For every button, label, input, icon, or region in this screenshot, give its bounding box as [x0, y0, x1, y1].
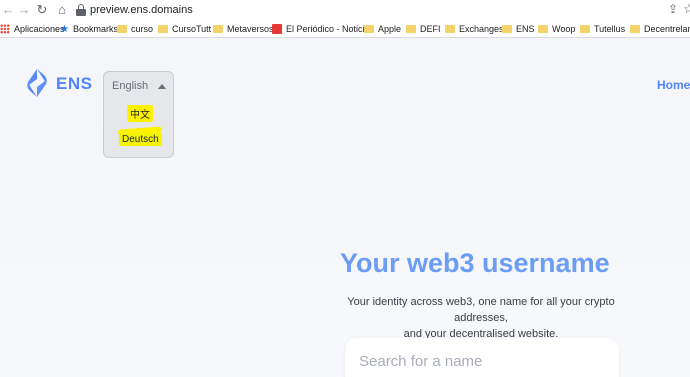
bookmark-star-icon[interactable]: ☆ — [683, 1, 690, 17]
search-box — [345, 338, 619, 377]
bookmark-curso[interactable]: curso — [117, 23, 153, 35]
folder-icon — [630, 25, 640, 33]
bookmark-tutellus[interactable]: Tutellus — [580, 23, 625, 35]
hero-subtitle: Your identity across web3, one name for … — [347, 296, 615, 340]
folder-icon — [213, 25, 223, 33]
ens-page: ENS English 中文 Deutsch Home Your web3 us… — [0, 38, 690, 377]
language-option-deutsch[interactable]: Deutsch — [119, 133, 162, 146]
language-current[interactable]: English — [112, 80, 148, 92]
bookmark-exchanges[interactable]: Exchanges — [445, 23, 504, 35]
bookmark-periodico[interactable]: El Periódico - Notici... — [272, 23, 372, 35]
browser-address-bar: ← → ↻ ⌂ preview.ens.domains ⇪ ☆ — [0, 0, 690, 20]
star-icon: ★ — [60, 24, 69, 35]
share-icon[interactable]: ⇪ — [668, 2, 678, 16]
back-arrow-icon[interactable]: ← — [0, 2, 16, 18]
bookmark-metaversos[interactable]: Metaversos — [213, 23, 274, 35]
nav-home-link[interactable]: Home — [657, 78, 690, 92]
bookmark-decentreland[interactable]: Decentreland — [630, 23, 690, 35]
bookmark-aplicaciones[interactable]: Aplicaciones — [0, 23, 65, 35]
folder-icon — [158, 25, 168, 33]
bookmarks-bar: Aplicaciones ★ Bookmarks curso CursoTutt … — [0, 20, 690, 38]
language-dropdown[interactable]: English 中文 Deutsch — [103, 71, 174, 158]
folder-icon — [580, 25, 590, 33]
periodico-icon — [272, 24, 282, 34]
apps-grid-icon — [0, 24, 10, 34]
bookmark-cursotutt[interactable]: CursoTutt — [158, 23, 211, 35]
bookmark-defi[interactable]: DEFI — [406, 23, 441, 35]
forward-arrow-icon[interactable]: → — [16, 2, 32, 18]
bookmark-apple[interactable]: Apple — [364, 23, 401, 35]
reload-icon[interactable]: ↻ — [34, 2, 50, 18]
folder-icon — [538, 25, 548, 33]
bookmark-ens[interactable]: ENS — [502, 23, 535, 35]
url-field[interactable]: preview.ens.domains — [90, 4, 193, 16]
caret-up-icon[interactable] — [158, 84, 166, 89]
search-input[interactable] — [359, 350, 599, 372]
folder-icon — [406, 25, 416, 33]
ens-logo-icon[interactable] — [24, 68, 50, 98]
folder-icon — [364, 25, 374, 33]
bookmark-bookmarks[interactable]: ★ Bookmarks — [60, 23, 118, 35]
folder-icon — [502, 25, 512, 33]
folder-icon — [117, 25, 127, 33]
folder-icon — [445, 25, 455, 33]
home-icon[interactable]: ⌂ — [54, 2, 70, 18]
lock-icon[interactable] — [76, 4, 86, 16]
bookmark-woop[interactable]: Woop — [538, 23, 575, 35]
ens-logo-text[interactable]: ENS — [56, 74, 92, 94]
language-option-chinese[interactable]: 中文 — [127, 105, 153, 122]
